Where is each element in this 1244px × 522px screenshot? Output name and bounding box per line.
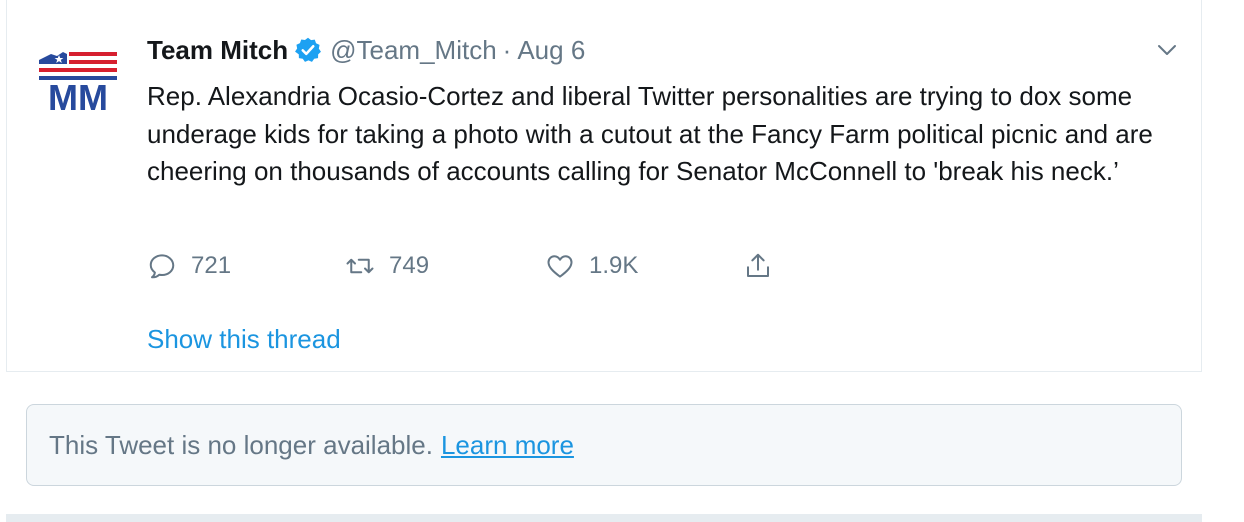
share-icon [747, 253, 769, 277]
verified-badge-icon [294, 36, 322, 64]
unavailable-text: This Tweet is no longer available. [49, 429, 433, 460]
reply-icon [149, 254, 175, 279]
tweet-card[interactable]: MM Team Mitch @Team_Mitch · Aug 6 Rep. Alex… [6, 0, 1202, 372]
show-thread-link[interactable]: Show this thread [147, 324, 341, 355]
reply-button[interactable]: 721 [147, 246, 231, 286]
separator: · [502, 35, 512, 65]
chevron-down-icon[interactable] [1155, 38, 1179, 62]
svg-text:MM: MM [48, 77, 108, 112]
reply-count: 721 [191, 252, 232, 279]
share-button[interactable] [743, 246, 773, 286]
heart-icon [547, 255, 573, 278]
avatar[interactable]: MM [37, 44, 119, 118]
learn-more-link[interactable]: Learn more [441, 430, 574, 461]
like-count: 1.9K [589, 252, 639, 279]
author-name[interactable]: Team Mitch [147, 35, 288, 65]
divider [6, 514, 1202, 522]
retweet-button[interactable]: 749 [345, 246, 429, 286]
tweet-header: Team Mitch @Team_Mitch · Aug 6 [147, 34, 585, 66]
author-handle[interactable]: @Team_Mitch [330, 35, 497, 65]
like-button[interactable]: 1.9K [545, 246, 638, 286]
tweet-text: Rep. Alexandria Ocasio-Cortez and libera… [147, 81, 1153, 186]
unavailable-tweet-notice: This Tweet is no longer available. Learn… [26, 404, 1182, 486]
retweet-icon [346, 258, 374, 274]
retweet-count: 749 [389, 252, 430, 279]
tweet-date[interactable]: Aug 6 [517, 35, 585, 65]
